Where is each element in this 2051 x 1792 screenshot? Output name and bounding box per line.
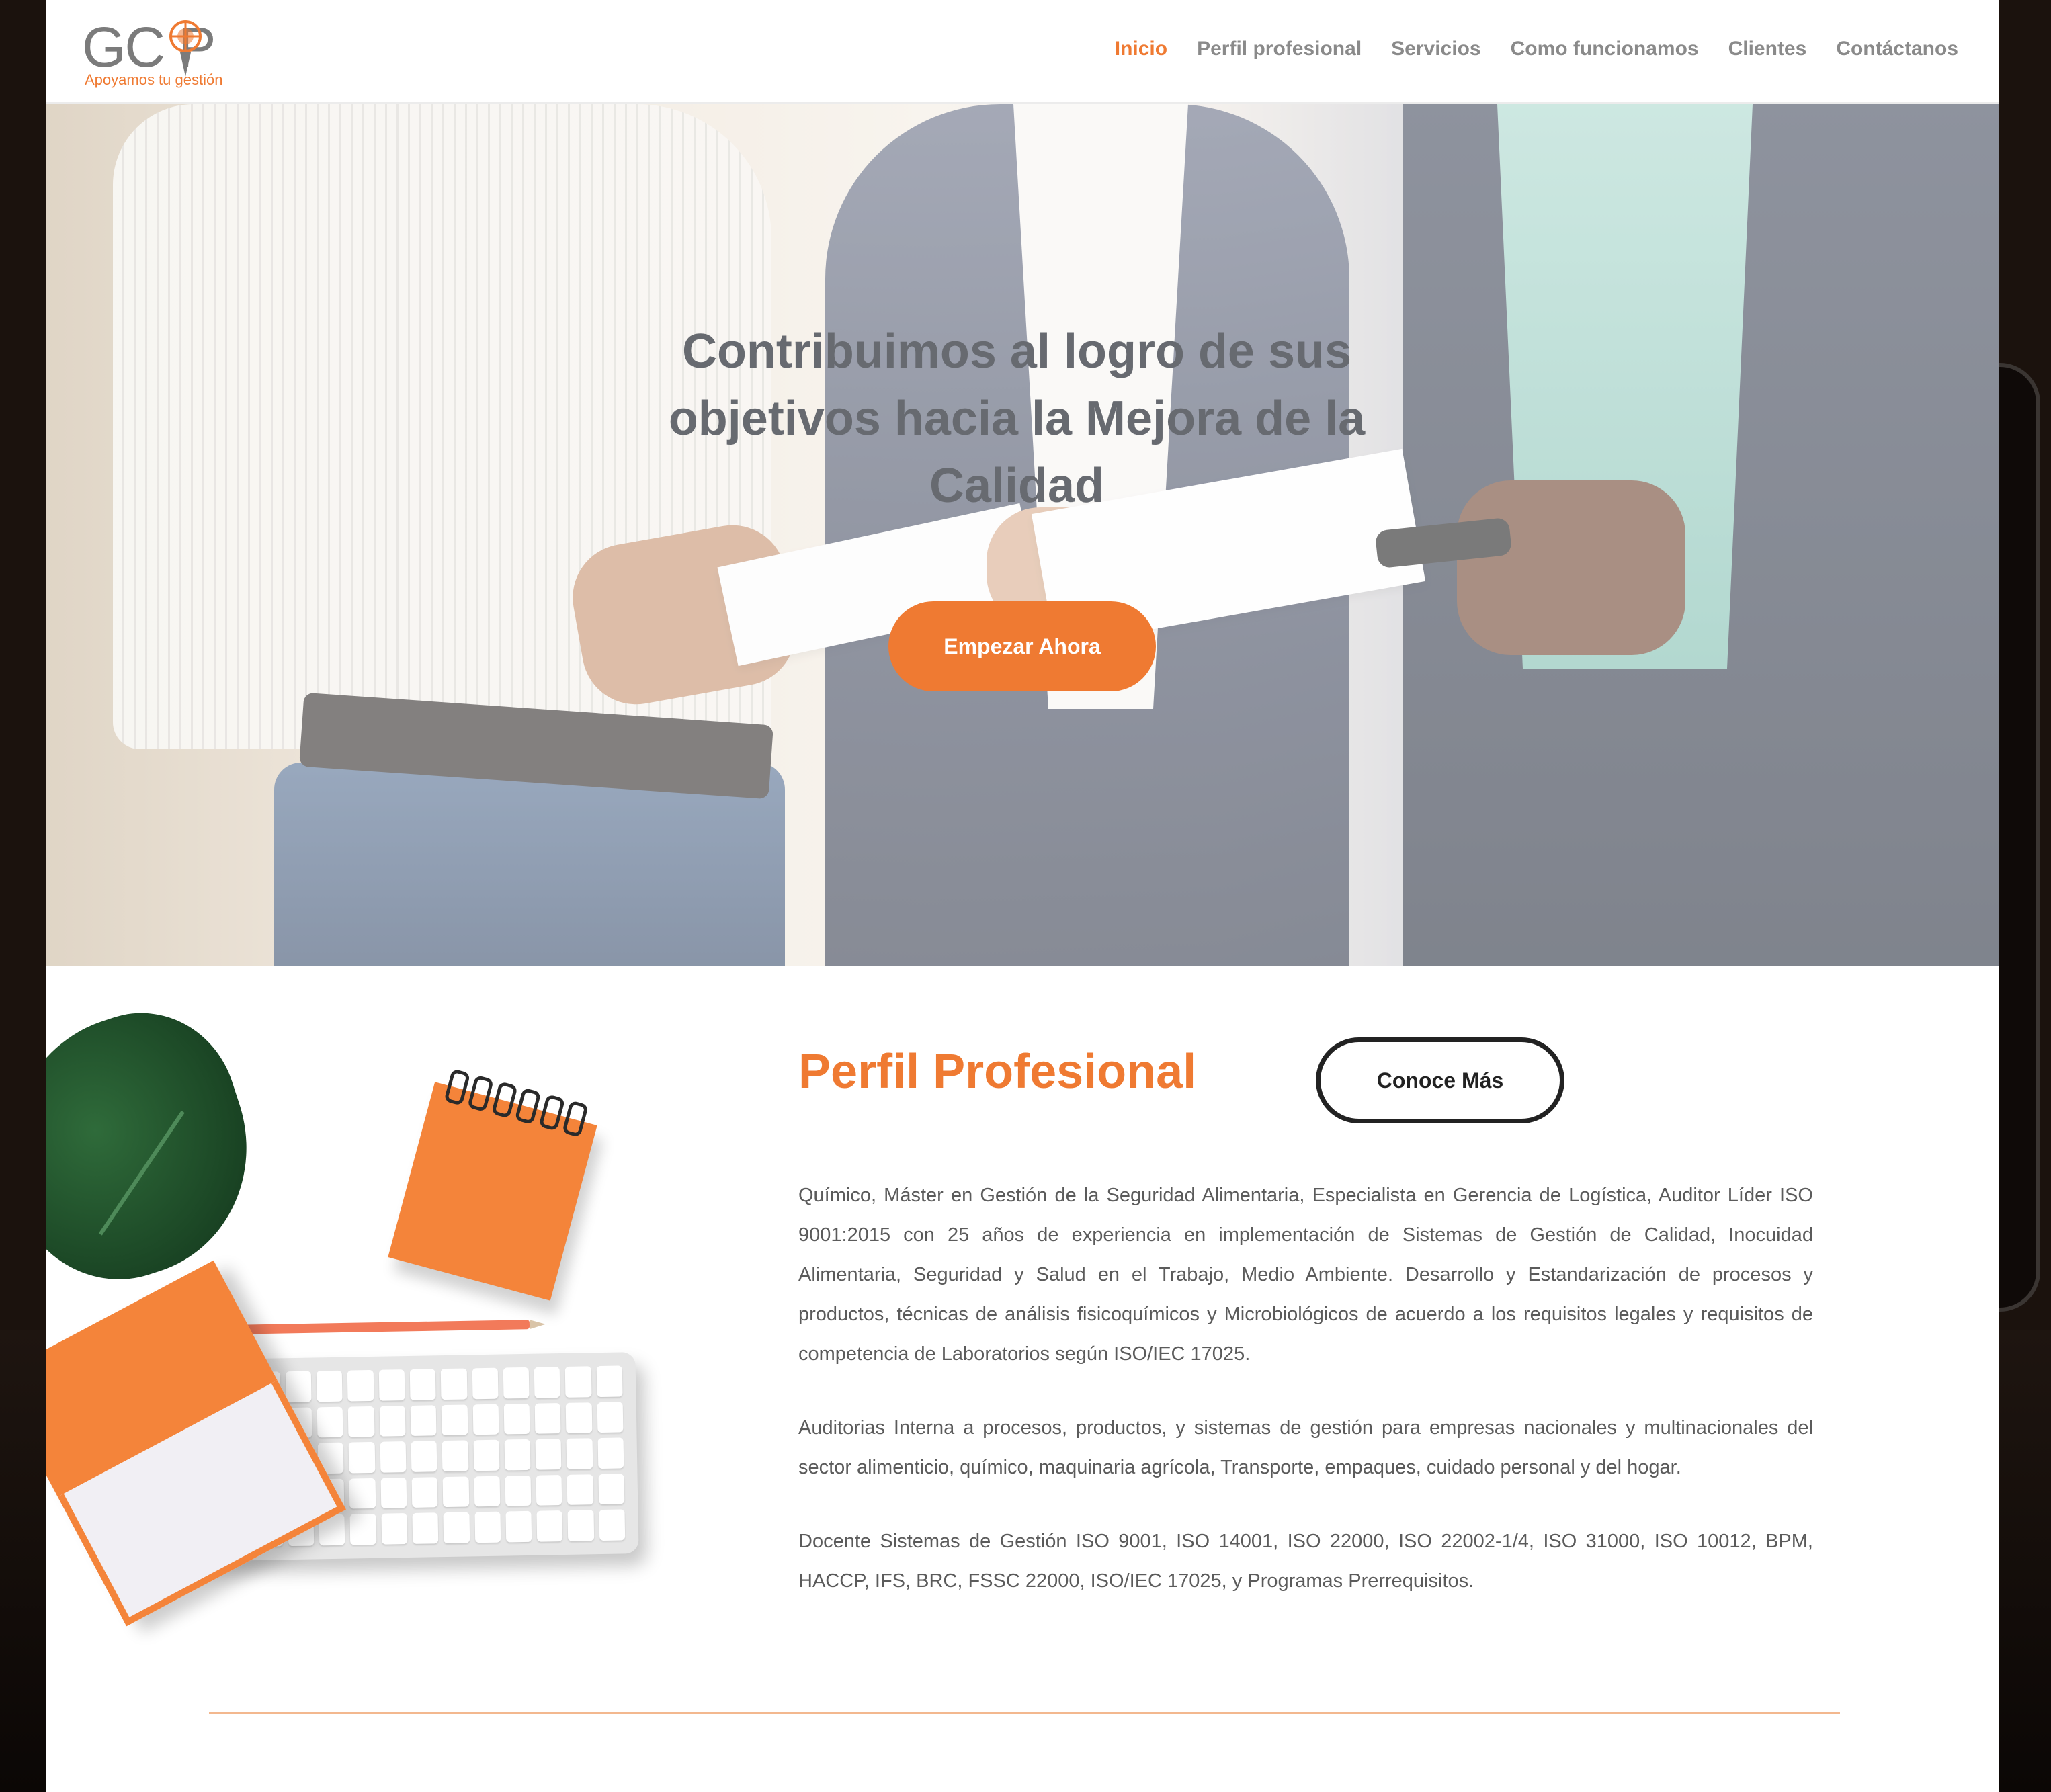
nav-item-servicios[interactable]: Servicios <box>1391 38 1480 60</box>
profile-title: Perfil Profesional <box>798 1045 1197 1099</box>
site-header: GC P Apoyamos tu gestión Inicio Perfil p… <box>46 0 1999 104</box>
pencil-tip <box>529 1319 546 1330</box>
conoce-mas-button[interactable]: Conoce Más <box>1316 1037 1564 1123</box>
plant-leaf-image <box>46 988 281 1307</box>
profile-paragraph: Docente Sistemas de Gestión ISO 9001, IS… <box>798 1531 1813 1592</box>
logo-tagline: Apoyamos tu gestión <box>85 71 223 88</box>
nav-item-inicio[interactable]: Inicio <box>1115 38 1167 60</box>
profile-paragraph: Auditorias Interna a procesos, productos… <box>798 1417 1813 1478</box>
section-divider <box>209 1712 1840 1714</box>
hero-section: Contribuimos al logro de sus objetivos h… <box>46 104 1999 966</box>
nav-item-contactanos[interactable]: Contáctanos <box>1836 38 1958 60</box>
nav-item-como-funcionamos[interactable]: Como funcionamos <box>1511 38 1699 60</box>
notepad-image <box>388 1068 597 1301</box>
profile-paragraph: Químico, Máster en Gestión de la Segurid… <box>798 1185 1813 1365</box>
leaf-vein <box>98 1110 185 1236</box>
nav-item-perfil-profesional[interactable]: Perfil profesional <box>1197 38 1362 60</box>
hero-overlay <box>46 104 1999 966</box>
notebook-image <box>46 1260 346 1627</box>
notepad-rings <box>444 1068 589 1138</box>
nav-item-clientes[interactable]: Clientes <box>1728 38 1807 60</box>
site-logo[interactable]: GC P Apoyamos tu gestión <box>82 13 257 93</box>
desk-illustration <box>46 966 718 1638</box>
empezar-ahora-button[interactable]: Empezar Ahora <box>888 601 1156 691</box>
profile-description: Químico, Máster en Gestión de la Segurid… <box>798 1176 1813 1635</box>
pencil-image <box>233 1319 546 1334</box>
hero-title: Contribuimos al logro de sus objetivos h… <box>668 325 1366 513</box>
web-page: GC P Apoyamos tu gestión Inicio Perfil p… <box>46 0 1999 1792</box>
main-nav: Inicio Perfil profesional Servicios Como… <box>1115 38 1958 60</box>
profile-section: Perfil Profesional Conoce Más Químico, M… <box>46 966 1999 1792</box>
